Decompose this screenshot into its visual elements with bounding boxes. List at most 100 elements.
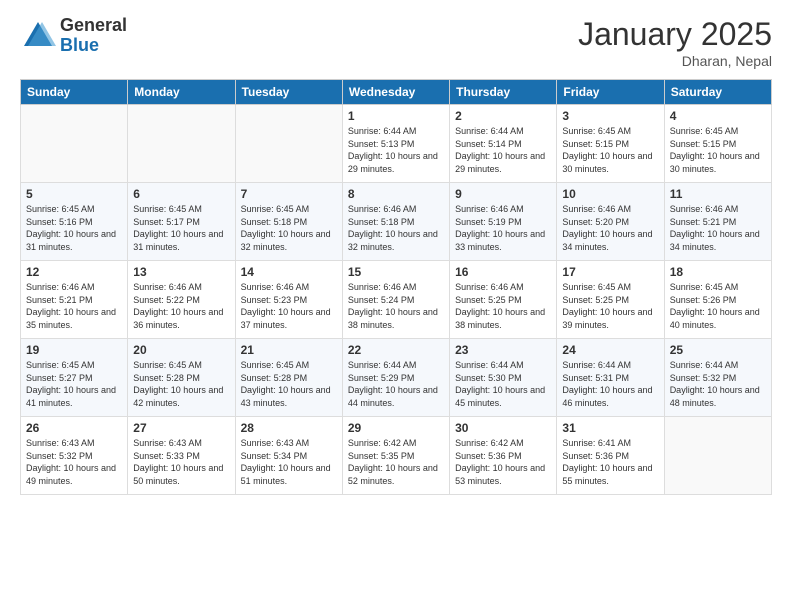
calendar-cell: 24 Sunrise: 6:44 AM Sunset: 5:31 PM Dayli… xyxy=(557,339,664,417)
day-number: 27 xyxy=(133,421,229,435)
calendar-cell xyxy=(664,417,771,495)
calendar-cell: 10 Sunrise: 6:46 AM Sunset: 5:20 PM Dayli… xyxy=(557,183,664,261)
day-info: Sunrise: 6:45 AM Sunset: 5:26 PM Dayligh… xyxy=(670,281,766,331)
header-tuesday: Tuesday xyxy=(235,80,342,105)
calendar-cell: 23Sunrise: 6:44 AM Sunset: 5:30 PM Dayli… xyxy=(450,339,557,417)
calendar-page: General Blue January 2025 Dharan, Nepal … xyxy=(0,0,792,612)
day-info: Sunrise: 6:45 AM Sunset: 5:15 PM Dayligh… xyxy=(670,125,766,175)
day-info: Sunrise: 6:45 AM Sunset: 5:17 PM Dayligh… xyxy=(133,203,229,253)
header-wednesday: Wednesday xyxy=(342,80,449,105)
day-info: Sunrise: 6:44 AM Sunset: 5:32 PM Dayligh… xyxy=(670,359,766,409)
calendar-cell: 30 Sunrise: 6:42 AM Sunset: 5:36 PM Dayli… xyxy=(450,417,557,495)
calendar-cell: 26 Sunrise: 6:43 AM Sunset: 5:32 PM Dayli… xyxy=(21,417,128,495)
day-number: 20 xyxy=(133,343,229,357)
day-number: 21 xyxy=(241,343,337,357)
calendar-cell xyxy=(235,105,342,183)
logo-general: General xyxy=(60,16,127,36)
day-number: 26 xyxy=(26,421,122,435)
day-info: Sunrise: 6:46 AM Sunset: 5:21 PM Dayligh… xyxy=(670,203,766,253)
calendar-cell: 13Sunrise: 6:46 AM Sunset: 5:22 PM Dayli… xyxy=(128,261,235,339)
calendar-cell: 7 Sunrise: 6:45 AM Sunset: 5:18 PM Daylig… xyxy=(235,183,342,261)
day-number: 5 xyxy=(26,187,122,201)
day-info: Sunrise: 6:45 AM Sunset: 5:18 PM Dayligh… xyxy=(241,203,337,253)
header-monday: Monday xyxy=(128,80,235,105)
day-info: Sunrise: 6:46 AM Sunset: 5:23 PM Dayligh… xyxy=(241,281,337,331)
calendar-cell: 2Sunrise: 6:44 AM Sunset: 5:14 PM Daylig… xyxy=(450,105,557,183)
day-number: 24 xyxy=(562,343,658,357)
day-info: Sunrise: 6:43 AM Sunset: 5:33 PM Dayligh… xyxy=(133,437,229,487)
day-number: 18 xyxy=(670,265,766,279)
calendar-cell: 31Sunrise: 6:41 AM Sunset: 5:36 PM Dayli… xyxy=(557,417,664,495)
calendar-cell: 15Sunrise: 6:46 AM Sunset: 5:24 PM Dayli… xyxy=(342,261,449,339)
logo-blue: Blue xyxy=(60,36,127,56)
day-number: 8 xyxy=(348,187,444,201)
calendar-cell xyxy=(128,105,235,183)
header-friday: Friday xyxy=(557,80,664,105)
day-info: Sunrise: 6:43 AM Sunset: 5:34 PM Dayligh… xyxy=(241,437,337,487)
day-info: Sunrise: 6:44 AM Sunset: 5:29 PM Dayligh… xyxy=(348,359,444,409)
day-number: 4 xyxy=(670,109,766,123)
calendar-cell: 11 Sunrise: 6:46 AM Sunset: 5:21 PM Dayli… xyxy=(664,183,771,261)
day-info: Sunrise: 6:45 AM Sunset: 5:15 PM Dayligh… xyxy=(562,125,658,175)
day-number: 10 xyxy=(562,187,658,201)
day-info: Sunrise: 6:45 AM Sunset: 5:25 PM Dayligh… xyxy=(562,281,658,331)
day-number: 9 xyxy=(455,187,551,201)
title-section: January 2025 Dharan, Nepal xyxy=(578,16,772,69)
day-info: Sunrise: 6:43 AM Sunset: 5:32 PM Dayligh… xyxy=(26,437,122,487)
calendar-cell: 28 Sunrise: 6:43 AM Sunset: 5:34 PM Dayli… xyxy=(235,417,342,495)
day-number: 16 xyxy=(455,265,551,279)
calendar-cell xyxy=(21,105,128,183)
header-thursday: Thursday xyxy=(450,80,557,105)
day-info: Sunrise: 6:46 AM Sunset: 5:25 PM Dayligh… xyxy=(455,281,551,331)
logo-icon xyxy=(20,18,56,54)
day-info: Sunrise: 6:46 AM Sunset: 5:18 PM Dayligh… xyxy=(348,203,444,253)
calendar-week-2: 5 Sunrise: 6:45 AM Sunset: 5:16 PM Daylig… xyxy=(21,183,772,261)
day-info: Sunrise: 6:46 AM Sunset: 5:24 PM Dayligh… xyxy=(348,281,444,331)
day-number: 11 xyxy=(670,187,766,201)
header-saturday: Saturday xyxy=(664,80,771,105)
day-number: 7 xyxy=(241,187,337,201)
location: Dharan, Nepal xyxy=(578,53,772,69)
day-info: Sunrise: 6:44 AM Sunset: 5:13 PM Dayligh… xyxy=(348,125,444,175)
page-header: General Blue January 2025 Dharan, Nepal xyxy=(20,16,772,69)
day-number: 3 xyxy=(562,109,658,123)
calendar-cell: 14 Sunrise: 6:46 AM Sunset: 5:23 PM Dayli… xyxy=(235,261,342,339)
day-info: Sunrise: 6:45 AM Sunset: 5:16 PM Dayligh… xyxy=(26,203,122,253)
calendar-cell: 9 Sunrise: 6:46 AM Sunset: 5:19 PM Daylig… xyxy=(450,183,557,261)
day-number: 1 xyxy=(348,109,444,123)
calendar-cell: 8 Sunrise: 6:46 AM Sunset: 5:18 PM Daylig… xyxy=(342,183,449,261)
day-number: 28 xyxy=(241,421,337,435)
day-number: 17 xyxy=(562,265,658,279)
calendar-cell: 17 Sunrise: 6:45 AM Sunset: 5:25 PM Dayli… xyxy=(557,261,664,339)
day-number: 13 xyxy=(133,265,229,279)
calendar-cell: 16 Sunrise: 6:46 AM Sunset: 5:25 PM Dayli… xyxy=(450,261,557,339)
calendar-cell: 6 Sunrise: 6:45 AM Sunset: 5:17 PM Daylig… xyxy=(128,183,235,261)
day-info: Sunrise: 6:44 AM Sunset: 5:31 PM Dayligh… xyxy=(562,359,658,409)
calendar-cell: 18 Sunrise: 6:45 AM Sunset: 5:26 PM Dayli… xyxy=(664,261,771,339)
calendar-cell: 1 Sunrise: 6:44 AM Sunset: 5:13 PM Daylig… xyxy=(342,105,449,183)
calendar-cell: 12Sunrise: 6:46 AM Sunset: 5:21 PM Dayli… xyxy=(21,261,128,339)
day-number: 25 xyxy=(670,343,766,357)
day-info: Sunrise: 6:46 AM Sunset: 5:20 PM Dayligh… xyxy=(562,203,658,253)
logo: General Blue xyxy=(20,16,127,56)
day-number: 30 xyxy=(455,421,551,435)
day-info: Sunrise: 6:46 AM Sunset: 5:19 PM Dayligh… xyxy=(455,203,551,253)
day-number: 29 xyxy=(348,421,444,435)
day-number: 12 xyxy=(26,265,122,279)
day-info: Sunrise: 6:45 AM Sunset: 5:27 PM Dayligh… xyxy=(26,359,122,409)
day-number: 6 xyxy=(133,187,229,201)
header-sunday: Sunday xyxy=(21,80,128,105)
calendar-cell: 25 Sunrise: 6:44 AM Sunset: 5:32 PM Dayli… xyxy=(664,339,771,417)
calendar-cell: 21Sunrise: 6:45 AM Sunset: 5:28 PM Dayli… xyxy=(235,339,342,417)
calendar-cell: 20Sunrise: 6:45 AM Sunset: 5:28 PM Dayli… xyxy=(128,339,235,417)
day-number: 14 xyxy=(241,265,337,279)
month-title: January 2025 xyxy=(578,16,772,53)
calendar-cell: 22Sunrise: 6:44 AM Sunset: 5:29 PM Dayli… xyxy=(342,339,449,417)
calendar-week-4: 19Sunrise: 6:45 AM Sunset: 5:27 PM Dayli… xyxy=(21,339,772,417)
calendar-cell: 27 Sunrise: 6:43 AM Sunset: 5:33 PM Dayli… xyxy=(128,417,235,495)
calendar-cell: 4 Sunrise: 6:45 AM Sunset: 5:15 PM Daylig… xyxy=(664,105,771,183)
day-number: 23 xyxy=(455,343,551,357)
logo-text: General Blue xyxy=(60,16,127,56)
day-info: Sunrise: 6:42 AM Sunset: 5:36 PM Dayligh… xyxy=(455,437,551,487)
calendar-week-5: 26 Sunrise: 6:43 AM Sunset: 5:32 PM Dayli… xyxy=(21,417,772,495)
